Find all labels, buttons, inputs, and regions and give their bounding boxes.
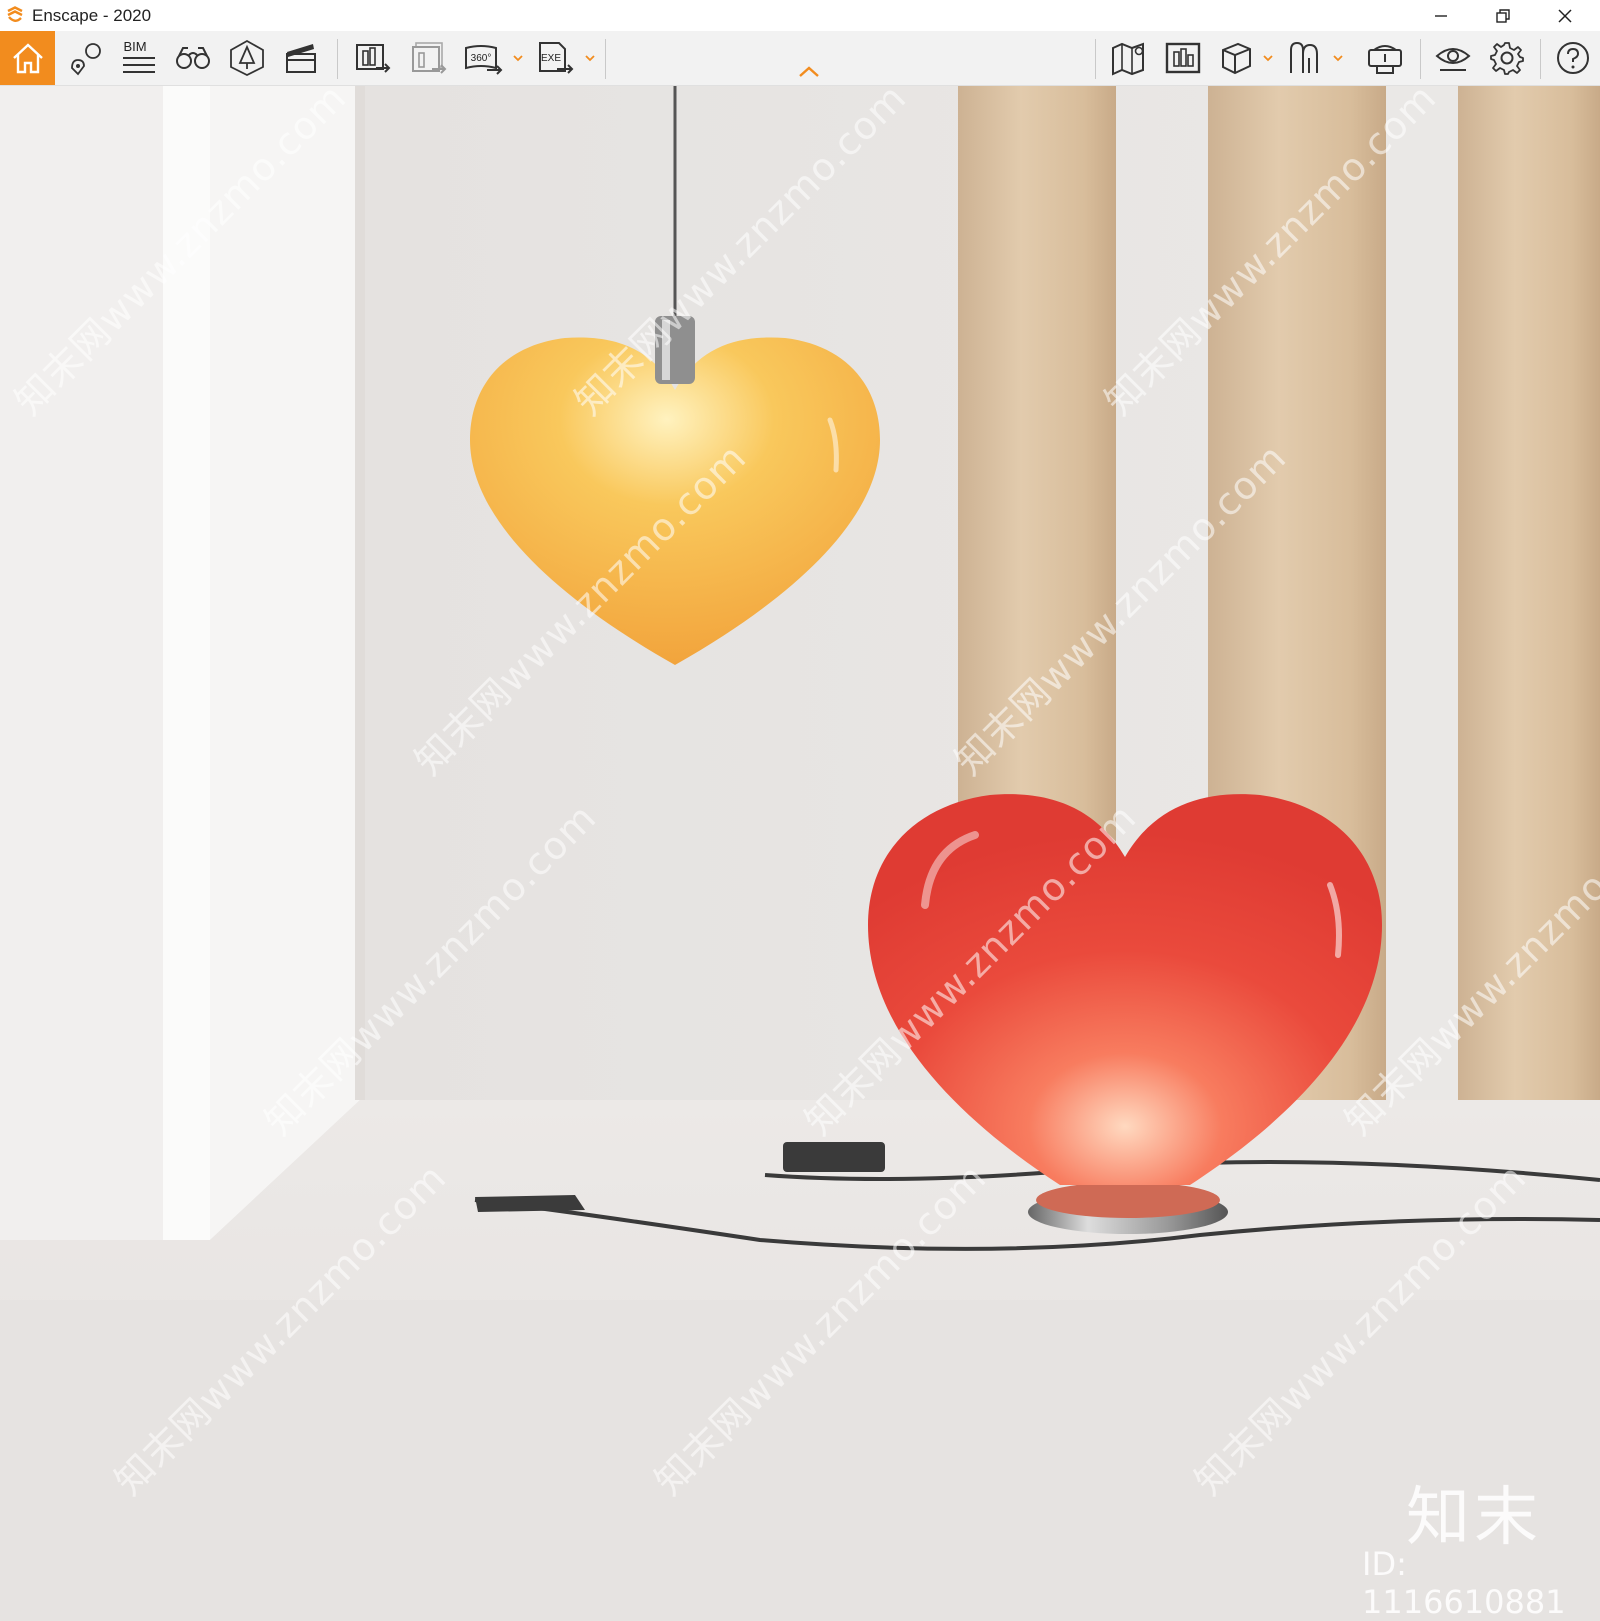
bim-label: BIM: [123, 39, 147, 54]
panorama-icon: 360°: [465, 45, 503, 75]
materials-button[interactable]: [1284, 31, 1328, 85]
batch-render-button[interactable]: [404, 31, 454, 85]
help-icon: [1557, 42, 1589, 74]
render-image-icon: [356, 44, 391, 73]
screenshot-list-button[interactable]: [1158, 31, 1208, 85]
toolbar-separator: [337, 39, 338, 79]
export-exe-dropdown[interactable]: [584, 49, 596, 67]
vr-headset-icon: [1368, 45, 1402, 74]
batch-render-icon: [412, 42, 447, 74]
chevron-down-icon: [1333, 55, 1343, 62]
restore-icon: [1496, 8, 1510, 23]
map-icon: [1112, 42, 1144, 76]
atmosphere-button[interactable]: [222, 31, 272, 85]
help-button[interactable]: [1550, 31, 1596, 85]
chevron-down-icon: [513, 55, 523, 62]
clapperboard-icon: [286, 44, 316, 73]
minimize-icon: [1435, 14, 1447, 17]
minimize-button[interactable]: [1412, 0, 1470, 31]
map-button[interactable]: [1104, 31, 1154, 85]
video-editor-button[interactable]: [276, 31, 326, 85]
material-icon: [1290, 41, 1318, 73]
inline-switch: [783, 1142, 885, 1172]
chevron-down-icon: [585, 55, 595, 62]
enscape-toolbar: BIM 360° EXE: [0, 31, 1600, 86]
toolbar-separator: [1420, 39, 1421, 79]
chevron-up-icon: [799, 66, 819, 77]
gear-icon: [1490, 42, 1524, 75]
home-icon: [12, 43, 43, 74]
materials-dropdown[interactable]: [1332, 49, 1344, 67]
panorama-button[interactable]: 360°: [460, 31, 506, 85]
walk-mode-button[interactable]: [168, 31, 218, 85]
toolbar-separator: [605, 39, 606, 79]
settings-button[interactable]: [1482, 31, 1532, 85]
close-icon: [1558, 8, 1572, 23]
home-button[interactable]: [0, 31, 55, 85]
views-button[interactable]: [60, 31, 110, 85]
vr-headset-button[interactable]: [1360, 31, 1410, 85]
enscape-logo-icon: [7, 6, 23, 22]
render-viewport[interactable]: 知末网www.znzmo.com 知末网www.znzmo.com 知末网www…: [0, 86, 1600, 1600]
export-exe-button[interactable]: EXE: [532, 31, 578, 85]
title-bar: Enscape - 2020: [0, 0, 1600, 31]
bim-list-icon: [123, 57, 155, 73]
gallery-icon: [1165, 42, 1201, 74]
panorama-label: 360°: [471, 53, 492, 64]
chevron-down-icon: [1263, 55, 1273, 62]
toolbar-separator: [1540, 39, 1541, 79]
collapse-toolbar-button[interactable]: [796, 61, 822, 83]
window-title: Enscape - 2020: [32, 6, 152, 25]
restore-button[interactable]: [1474, 0, 1532, 31]
plug: [475, 1195, 585, 1212]
image-id-label: ID: 1116610881: [1362, 1545, 1566, 1621]
toolbar-separator: [1095, 39, 1096, 79]
eye-icon: [1435, 48, 1471, 71]
cube-icon: [1222, 42, 1251, 75]
export-exe-label: EXE: [541, 53, 561, 64]
visual-settings-button[interactable]: [1428, 31, 1478, 85]
tree-icon: [230, 39, 264, 77]
export-exe-icon: EXE: [539, 42, 574, 74]
bim-button[interactable]: BIM: [114, 31, 164, 85]
panorama-dropdown[interactable]: [512, 49, 524, 67]
asset-library-dropdown[interactable]: [1262, 49, 1274, 67]
render-image-button[interactable]: [348, 31, 398, 85]
map-pin-icon: [71, 43, 101, 76]
asset-library-button[interactable]: [1214, 31, 1258, 85]
close-button[interactable]: [1536, 0, 1594, 31]
binoculars-icon: [176, 47, 210, 69]
